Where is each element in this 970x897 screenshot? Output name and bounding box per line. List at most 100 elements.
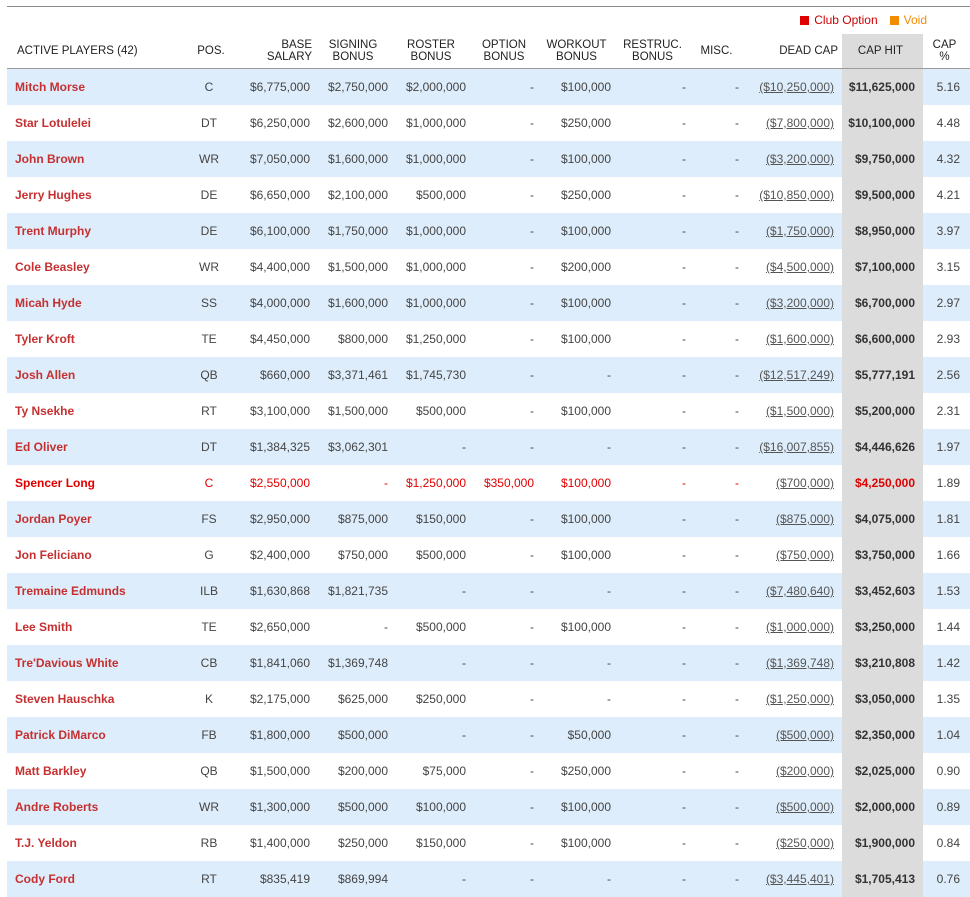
- player-name-cell[interactable]: Mitch Morse: [7, 69, 189, 106]
- dead-cap-link[interactable]: ($10,850,000): [759, 188, 834, 202]
- dead-cap-cell[interactable]: ($16,007,855): [745, 429, 842, 465]
- col-header-cap-hit[interactable]: CAP HIT: [842, 34, 923, 69]
- table-row: Steven HauschkaK$2,175,000$625,000$250,0…: [7, 681, 970, 717]
- dead-cap-cell[interactable]: ($4,500,000): [745, 249, 842, 285]
- misc-cell: -: [692, 141, 745, 177]
- dead-cap-link[interactable]: ($500,000): [776, 728, 834, 742]
- dead-cap-cell[interactable]: ($1,250,000): [745, 681, 842, 717]
- dead-cap-link[interactable]: ($1,250,000): [766, 692, 834, 706]
- dead-cap-link[interactable]: ($7,800,000): [766, 116, 834, 130]
- player-name-cell[interactable]: Ty Nsekhe: [7, 393, 189, 429]
- player-name-cell[interactable]: T.J. Yeldon: [7, 825, 189, 861]
- dead-cap-link[interactable]: ($750,000): [776, 548, 834, 562]
- player-name-cell[interactable]: Star Lotulelei: [7, 105, 189, 141]
- dead-cap-cell[interactable]: ($875,000): [745, 501, 842, 537]
- dead-cap-cell[interactable]: ($10,250,000): [745, 69, 842, 106]
- workout-bonus-cell: $100,000: [540, 285, 617, 321]
- col-header-misc[interactable]: MISC.: [692, 34, 745, 69]
- dead-cap-cell[interactable]: ($500,000): [745, 717, 842, 753]
- player-name-cell[interactable]: Cody Ford: [7, 861, 189, 897]
- dead-cap-link[interactable]: ($10,250,000): [759, 80, 834, 94]
- dead-cap-cell[interactable]: ($250,000): [745, 825, 842, 861]
- option-bonus-cell: -: [472, 861, 540, 897]
- cap-hit-cell: $3,452,603: [842, 573, 923, 609]
- player-name-cell[interactable]: Steven Hauschka: [7, 681, 189, 717]
- misc-cell: -: [692, 501, 745, 537]
- player-name-cell[interactable]: Trent Murphy: [7, 213, 189, 249]
- table-row: Spencer LongC$2,550,000-$1,250,000$350,0…: [7, 465, 970, 501]
- option-bonus-cell: -: [472, 393, 540, 429]
- dead-cap-link[interactable]: ($3,200,000): [766, 296, 834, 310]
- player-name-cell[interactable]: Ed Oliver: [7, 429, 189, 465]
- col-header-player[interactable]: ACTIVE PLAYERS (42): [7, 34, 189, 69]
- dead-cap-link[interactable]: ($3,445,401): [766, 872, 834, 886]
- dead-cap-link[interactable]: ($4,500,000): [766, 260, 834, 274]
- dead-cap-link[interactable]: ($1,500,000): [766, 404, 834, 418]
- col-header-signing-bonus[interactable]: SIGNINGBONUS: [316, 34, 394, 69]
- dead-cap-cell[interactable]: ($1,500,000): [745, 393, 842, 429]
- col-header-pos[interactable]: POS.: [189, 34, 237, 69]
- dead-cap-cell[interactable]: ($1,000,000): [745, 609, 842, 645]
- col-header-base-salary[interactable]: BASESALARY: [237, 34, 316, 69]
- table-row: Lee SmithTE$2,650,000-$500,000-$100,000-…: [7, 609, 970, 645]
- dead-cap-link[interactable]: ($875,000): [776, 512, 834, 526]
- player-name-cell[interactable]: Tyler Kroft: [7, 321, 189, 357]
- player-name-cell[interactable]: Spencer Long: [7, 465, 189, 501]
- dead-cap-link[interactable]: ($1,369,748): [766, 656, 834, 670]
- player-name-cell[interactable]: Josh Allen: [7, 357, 189, 393]
- col-header-workout-bonus[interactable]: WORKOUTBONUS: [540, 34, 617, 69]
- dead-cap-cell[interactable]: ($7,800,000): [745, 105, 842, 141]
- dead-cap-cell[interactable]: ($3,200,000): [745, 141, 842, 177]
- cap-pct-cell: 1.66: [923, 537, 970, 573]
- cap-pct-cell: 0.89: [923, 789, 970, 825]
- col-header-dead-cap[interactable]: DEAD CAP: [745, 34, 842, 69]
- cap-hit-cell: $1,900,000: [842, 825, 923, 861]
- dead-cap-link[interactable]: ($200,000): [776, 764, 834, 778]
- dead-cap-link[interactable]: ($700,000): [776, 476, 834, 490]
- player-name-cell[interactable]: Matt Barkley: [7, 753, 189, 789]
- dead-cap-cell[interactable]: ($1,750,000): [745, 213, 842, 249]
- dead-cap-link[interactable]: ($3,200,000): [766, 152, 834, 166]
- player-name-cell[interactable]: Tre'Davious White: [7, 645, 189, 681]
- dead-cap-cell[interactable]: ($750,000): [745, 537, 842, 573]
- roster-bonus-cell: $500,000: [394, 609, 472, 645]
- dead-cap-link[interactable]: ($12,517,249): [759, 368, 834, 382]
- dead-cap-cell[interactable]: ($10,850,000): [745, 177, 842, 213]
- player-name-cell[interactable]: Jordan Poyer: [7, 501, 189, 537]
- dead-cap-link[interactable]: ($1,000,000): [766, 620, 834, 634]
- player-name-cell[interactable]: Cole Beasley: [7, 249, 189, 285]
- player-name-cell[interactable]: Jerry Hughes: [7, 177, 189, 213]
- player-name-cell[interactable]: Lee Smith: [7, 609, 189, 645]
- col-header-roster-bonus[interactable]: ROSTERBONUS: [394, 34, 472, 69]
- dead-cap-link[interactable]: ($1,750,000): [766, 224, 834, 238]
- player-name-cell[interactable]: Tremaine Edmunds: [7, 573, 189, 609]
- dead-cap-cell[interactable]: ($1,600,000): [745, 321, 842, 357]
- col-header-cap-pct[interactable]: CAP%: [923, 34, 970, 69]
- dead-cap-cell[interactable]: ($3,200,000): [745, 285, 842, 321]
- dead-cap-link[interactable]: ($500,000): [776, 800, 834, 814]
- dead-cap-link[interactable]: ($1,600,000): [766, 332, 834, 346]
- dead-cap-cell[interactable]: ($1,369,748): [745, 645, 842, 681]
- signing-bonus-cell: $1,600,000: [316, 141, 394, 177]
- dead-cap-link[interactable]: ($250,000): [776, 836, 834, 850]
- dead-cap-cell[interactable]: ($3,445,401): [745, 861, 842, 897]
- dead-cap-cell[interactable]: ($500,000): [745, 789, 842, 825]
- player-name-cell[interactable]: Jon Feliciano: [7, 537, 189, 573]
- dead-cap-link[interactable]: ($16,007,855): [759, 440, 834, 454]
- player-name-cell[interactable]: Patrick DiMarco: [7, 717, 189, 753]
- player-name-cell[interactable]: Andre Roberts: [7, 789, 189, 825]
- player-name-cell[interactable]: John Brown: [7, 141, 189, 177]
- dead-cap-link[interactable]: ($7,480,640): [766, 584, 834, 598]
- col-header-option-bonus[interactable]: OPTIONBONUS: [472, 34, 540, 69]
- table-row: Tremaine EdmundsILB$1,630,868$1,821,735-…: [7, 573, 970, 609]
- col-header-restruc-bonus[interactable]: RESTRUC.BONUS: [617, 34, 692, 69]
- roster-bonus-cell: $150,000: [394, 501, 472, 537]
- table-row: Star LotuleleiDT$6,250,000$2,600,000$1,0…: [7, 105, 970, 141]
- dead-cap-cell[interactable]: ($700,000): [745, 465, 842, 501]
- workout-bonus-cell: $100,000: [540, 321, 617, 357]
- dead-cap-cell[interactable]: ($12,517,249): [745, 357, 842, 393]
- dead-cap-cell[interactable]: ($7,480,640): [745, 573, 842, 609]
- dead-cap-cell[interactable]: ($200,000): [745, 753, 842, 789]
- player-name-cell[interactable]: Micah Hyde: [7, 285, 189, 321]
- position-cell: C: [189, 465, 237, 501]
